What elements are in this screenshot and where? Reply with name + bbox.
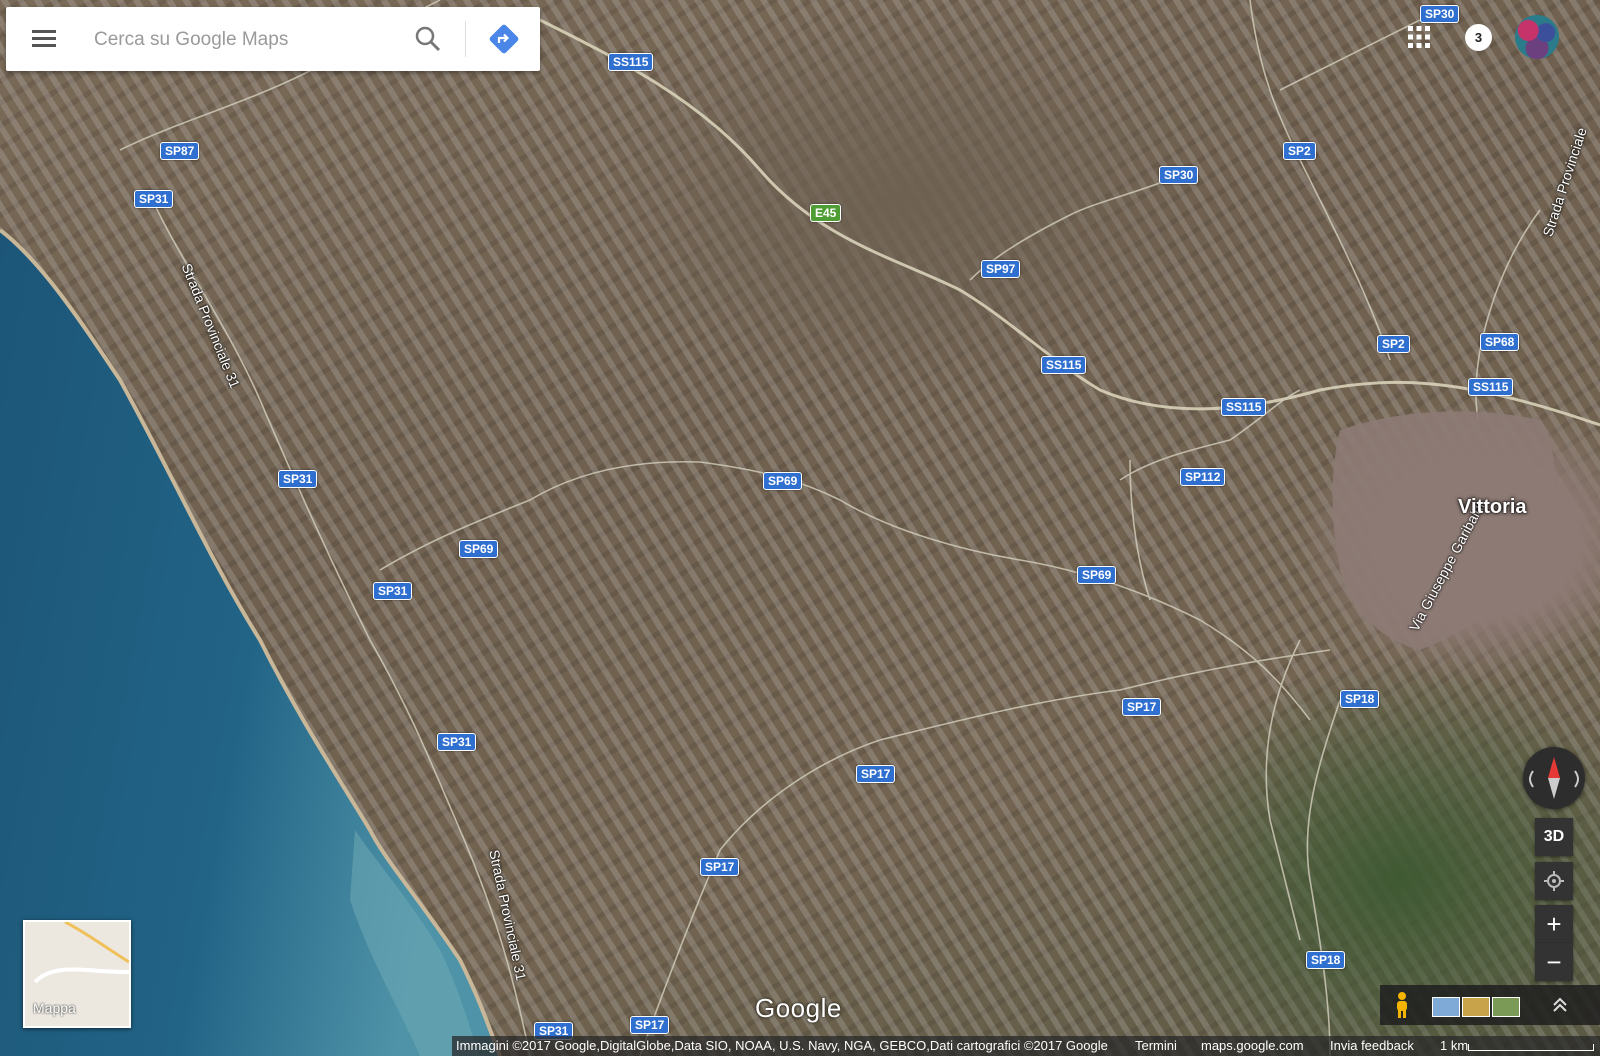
road-shield: E45 bbox=[810, 204, 842, 222]
compass-button[interactable] bbox=[1523, 747, 1585, 809]
road-shield: SP31 bbox=[278, 470, 318, 488]
road-shield: SP18 bbox=[1340, 690, 1380, 708]
my-location-button[interactable] bbox=[1535, 862, 1573, 900]
road-shield: SS115 bbox=[608, 53, 654, 71]
road-shield: SP69 bbox=[763, 472, 803, 490]
road-shield: SS115 bbox=[1221, 398, 1267, 416]
road-shield: SP30 bbox=[1420, 5, 1460, 23]
tilt-3d-button[interactable]: 3D bbox=[1535, 818, 1573, 856]
road-network bbox=[119, 0, 1600, 1056]
search-button[interactable] bbox=[410, 21, 446, 57]
layers-bar bbox=[1380, 985, 1600, 1025]
search-divider bbox=[465, 21, 466, 57]
attribution-footer: Immagini ©2017 Google,DigitalGlobe,Data … bbox=[452, 1036, 1600, 1056]
minimap-label: Mappa bbox=[33, 1000, 76, 1016]
search-input[interactable] bbox=[92, 23, 406, 57]
road-shield: SP17 bbox=[700, 858, 740, 876]
map-layer-toggle[interactable]: Mappa bbox=[23, 920, 131, 1028]
pegman-icon[interactable] bbox=[1392, 991, 1412, 1019]
scale-bar bbox=[1468, 1044, 1594, 1051]
road-shield: SP2 bbox=[1283, 142, 1316, 160]
search-icon bbox=[415, 26, 441, 52]
apps-grid-button[interactable] bbox=[1404, 22, 1434, 52]
google-logo: Google bbox=[755, 993, 842, 1023]
road-shield: SP18 bbox=[1306, 951, 1346, 969]
zoom-out-button[interactable]: − bbox=[1535, 943, 1573, 981]
road-shield: SP97 bbox=[981, 260, 1021, 278]
zoom-in-button[interactable]: + bbox=[1535, 905, 1573, 943]
road-shield: SP69 bbox=[1077, 566, 1117, 584]
town-label-vittoria[interactable]: Vittoria bbox=[1458, 496, 1527, 519]
layer-thumbnail[interactable] bbox=[1462, 997, 1490, 1017]
apps-grid-icon bbox=[1408, 26, 1430, 48]
road-shield: SP31 bbox=[437, 733, 477, 751]
scale-label[interactable]: 1 km bbox=[1440, 1036, 1468, 1056]
road-shield: SP31 bbox=[373, 582, 413, 600]
road-shield: SP112 bbox=[1180, 468, 1226, 486]
notifications-badge[interactable]: 3 bbox=[1465, 24, 1492, 51]
road-shield: SP17 bbox=[856, 765, 896, 783]
road-shield: SP69 bbox=[459, 540, 499, 558]
compass-icon bbox=[1529, 757, 1579, 799]
terms-link[interactable]: Termini bbox=[1135, 1036, 1177, 1056]
road-shield: SP17 bbox=[630, 1016, 670, 1034]
location-icon bbox=[1544, 871, 1564, 891]
road-shield: SP30 bbox=[1159, 166, 1199, 184]
directions-icon bbox=[489, 24, 519, 54]
road-shield: SS115 bbox=[1468, 378, 1514, 396]
road-shield: SP87 bbox=[160, 142, 200, 160]
avatar[interactable] bbox=[1515, 15, 1559, 59]
road-shield: SS115 bbox=[1041, 356, 1087, 374]
road-shield: SP2 bbox=[1377, 335, 1410, 353]
feedback-link[interactable]: Invia feedback bbox=[1330, 1036, 1414, 1056]
road-shield: SP31 bbox=[134, 190, 174, 208]
site-link[interactable]: maps.google.com bbox=[1201, 1036, 1304, 1056]
road-shield: SP17 bbox=[1122, 698, 1162, 716]
search-box bbox=[6, 7, 540, 71]
directions-button[interactable] bbox=[486, 21, 522, 57]
menu-button[interactable] bbox=[26, 25, 62, 53]
road-shield: SP68 bbox=[1480, 333, 1520, 351]
expand-icon[interactable] bbox=[1548, 993, 1572, 1017]
attribution-text: Immagini ©2017 Google,DigitalGlobe,Data … bbox=[456, 1038, 1108, 1053]
layer-thumbnail[interactable] bbox=[1492, 997, 1520, 1017]
satellite-map[interactable]: SS115 SP87 SP31 E45 SP97 SP30 SP2 SP30 S… bbox=[0, 0, 1600, 1056]
layer-thumbnail[interactable] bbox=[1432, 997, 1460, 1017]
